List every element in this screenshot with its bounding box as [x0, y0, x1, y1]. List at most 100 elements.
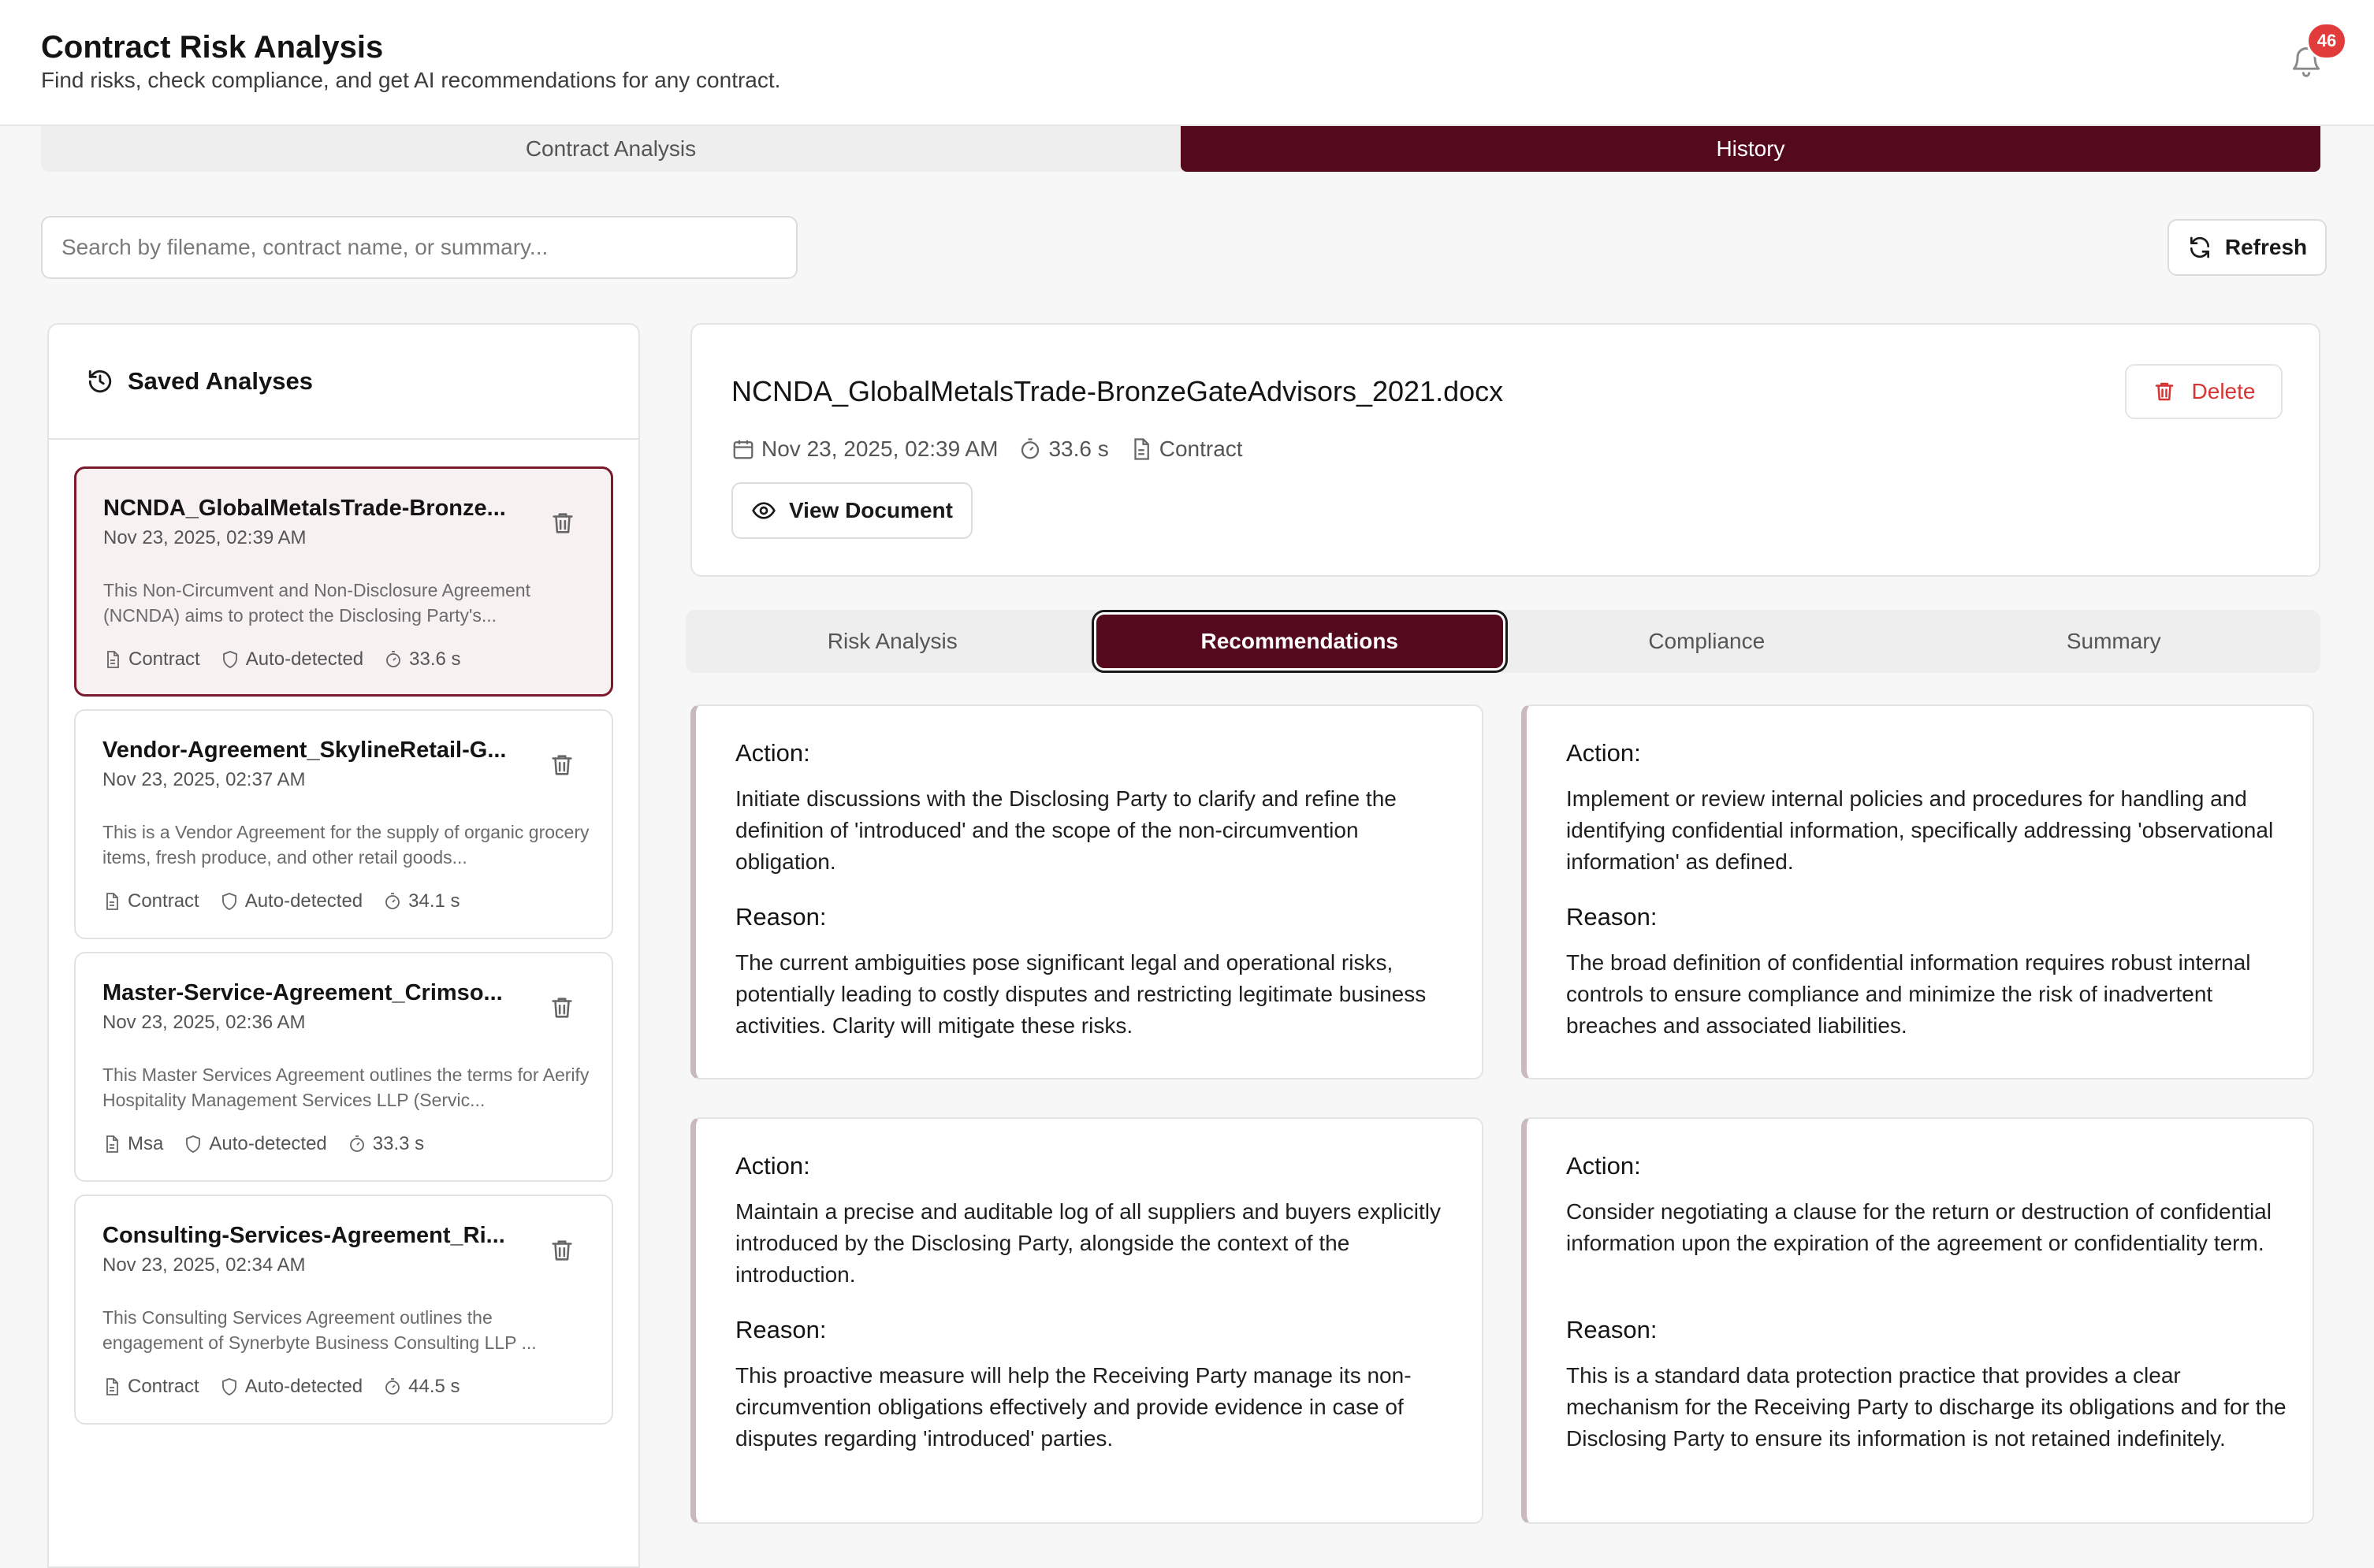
analysis-card-1[interactable]: Vendor-Agreement_SkylineRetail-G... Nov … [74, 709, 613, 939]
trash-icon[interactable] [549, 752, 575, 778]
card-meta: Contract Auto-detected 44.5 s [102, 1376, 460, 1398]
trash-icon[interactable] [549, 510, 576, 537]
app-header: Contract Risk Analysis Find risks, check… [0, 0, 2374, 126]
card-type: Contract [128, 1376, 199, 1397]
reason-text: The current ambiguities pose significant… [735, 950, 1427, 1038]
tab-recommendations[interactable]: Recommendations [1096, 615, 1503, 668]
card-summary: This is a Vendor Agreement for the suppl… [102, 822, 590, 868]
card-type: Contract [128, 890, 199, 912]
document-icon [106, 893, 118, 910]
action-text: Initiate discussions with the Disclosing… [735, 786, 1397, 874]
card-duration: 34.1 s [408, 890, 460, 912]
card-duration: 33.6 s [409, 648, 461, 670]
tab-compliance[interactable]: Compliance [1503, 615, 1911, 668]
saved-analyses-panel: Saved Analyses NCNDA_GlobalMetalsTrade-B… [47, 323, 640, 1568]
tab-contract-analysis[interactable]: Contract Analysis [41, 126, 1181, 172]
card-date: Nov 23, 2025, 02:34 AM [102, 1254, 306, 1276]
trash-icon [2155, 382, 2173, 401]
shield-icon [222, 651, 237, 668]
recommendation-card-1: Action: Implement or review internal pol… [1521, 704, 2314, 1079]
card-filename: NCNDA_GlobalMetalsTrade-Bronze... [103, 496, 506, 521]
card-meta: Msa Auto-detected 33.3 s [102, 1133, 424, 1155]
card-filename: Consulting-Services-Agreement_Ri... [102, 1223, 505, 1248]
notification-badge: 46 [2306, 22, 2347, 60]
tab-risk-analysis[interactable]: Risk Analysis [689, 615, 1096, 668]
tab-summary[interactable]: Summary [1911, 615, 2318, 668]
delete-label: Delete [2191, 379, 2256, 403]
timer-icon [385, 1378, 400, 1395]
recommendation-card-0: Action: Initiate discussions with the Di… [690, 704, 1483, 1079]
action-label: Action: [735, 1152, 810, 1180]
page-title: Contract Risk Analysis [41, 30, 384, 65]
document-title: NCNDA_GlobalMetalsTrade-BronzeGateAdviso… [731, 375, 1504, 407]
card-type: Contract [128, 648, 200, 670]
reason-text: The broad definition of confidential inf… [1566, 950, 2251, 1038]
card-detection: Auto-detected [244, 890, 363, 912]
trash-icon[interactable] [549, 994, 575, 1021]
history-icon [88, 370, 112, 393]
reason-text: This is a standard data protection pract… [1566, 1363, 2287, 1451]
analysis-card-3[interactable]: Consulting-Services-Agreement_Ri... Nov … [74, 1195, 613, 1425]
timer-icon [385, 893, 400, 909]
reason-label: Reason: [1566, 1316, 1658, 1343]
reason-text: This proactive measure will help the Rec… [735, 1363, 1412, 1451]
analysis-tabs: Risk Analysis Recommendations Compliance… [686, 610, 2320, 673]
saved-analyses-title: Saved Analyses [128, 367, 313, 395]
card-summary: This Consulting Services Agreement outli… [102, 1307, 537, 1353]
card-date: Nov 23, 2025, 02:39 AM [103, 527, 307, 548]
document-icon [106, 1135, 118, 1153]
view-document-button[interactable]: View Document [731, 482, 973, 539]
document-meta: Nov 23, 2025, 02:39 AM 33.6 s Contract [731, 437, 1243, 462]
card-summary: This Non-Circumvent and Non-Disclosure A… [103, 580, 530, 626]
search-input[interactable] [41, 216, 798, 279]
reason-label: Reason: [735, 1316, 827, 1343]
card-summary: This Master Services Agreement outlines … [102, 1065, 590, 1110]
main-tabs: Contract Analysis History [41, 126, 2320, 172]
page-subtitle: Find risks, check compliance, and get AI… [41, 68, 781, 92]
refresh-icon [2190, 236, 2209, 258]
document-detail-panel: NCNDA_GlobalMetalsTrade-BronzeGateAdviso… [690, 323, 2320, 577]
saved-analyses-header: Saved Analyses [49, 325, 638, 440]
refresh-label: Refresh [2224, 235, 2308, 259]
card-detection: Auto-detected [209, 1133, 327, 1154]
document-icon [106, 1378, 118, 1395]
card-type: Msa [128, 1133, 164, 1154]
document-icon [107, 651, 119, 668]
analysis-card-0[interactable]: NCNDA_GlobalMetalsTrade-Bronze... Nov 23… [74, 466, 613, 697]
trash-icon[interactable] [549, 1237, 575, 1264]
calendar-icon [733, 440, 754, 459]
action-label: Action: [1566, 1152, 1641, 1180]
shield-icon [221, 893, 236, 910]
tab-history[interactable]: History [1181, 126, 2320, 172]
card-filename: Master-Service-Agreement_Crimso... [102, 980, 503, 1005]
document-date: Nov 23, 2025, 02:39 AM [761, 437, 999, 461]
document-icon [1134, 438, 1149, 460]
analysis-card-2[interactable]: Master-Service-Agreement_Crimso... Nov 2… [74, 952, 613, 1182]
shield-icon [186, 1135, 201, 1153]
card-filename: Vendor-Agreement_SkylineRetail-G... [102, 738, 507, 763]
card-detection: Auto-detected [244, 1376, 363, 1397]
document-type: Contract [1159, 437, 1243, 461]
card-detection: Auto-detected [245, 648, 364, 670]
timer-icon [386, 651, 401, 667]
document-duration: 33.6 s [1048, 437, 1109, 461]
reason-label: Reason: [1566, 903, 1658, 931]
timer-icon [349, 1135, 364, 1152]
shield-icon [221, 1378, 236, 1395]
delete-button[interactable]: Delete [2125, 364, 2283, 419]
card-meta: Contract Auto-detected 34.1 s [102, 890, 460, 912]
recommendation-card-3: Action: Consider negotiating a clause fo… [1521, 1117, 2314, 1524]
reason-label: Reason: [735, 903, 827, 931]
card-date: Nov 23, 2025, 02:36 AM [102, 1012, 306, 1033]
card-duration: 33.3 s [372, 1133, 425, 1154]
view-document-label: View Document [789, 498, 953, 522]
action-text: Maintain a precise and auditable log of … [735, 1199, 1441, 1287]
action-text: Implement or review internal policies an… [1566, 786, 2274, 874]
refresh-button[interactable]: Refresh [2167, 219, 2327, 276]
card-date: Nov 23, 2025, 02:37 AM [102, 769, 306, 790]
eye-icon [752, 502, 776, 519]
card-meta: Contract Auto-detected 33.6 s [103, 648, 461, 671]
action-label: Action: [1566, 739, 1641, 767]
timer-icon [1021, 438, 1040, 459]
action-label: Action: [735, 739, 810, 767]
